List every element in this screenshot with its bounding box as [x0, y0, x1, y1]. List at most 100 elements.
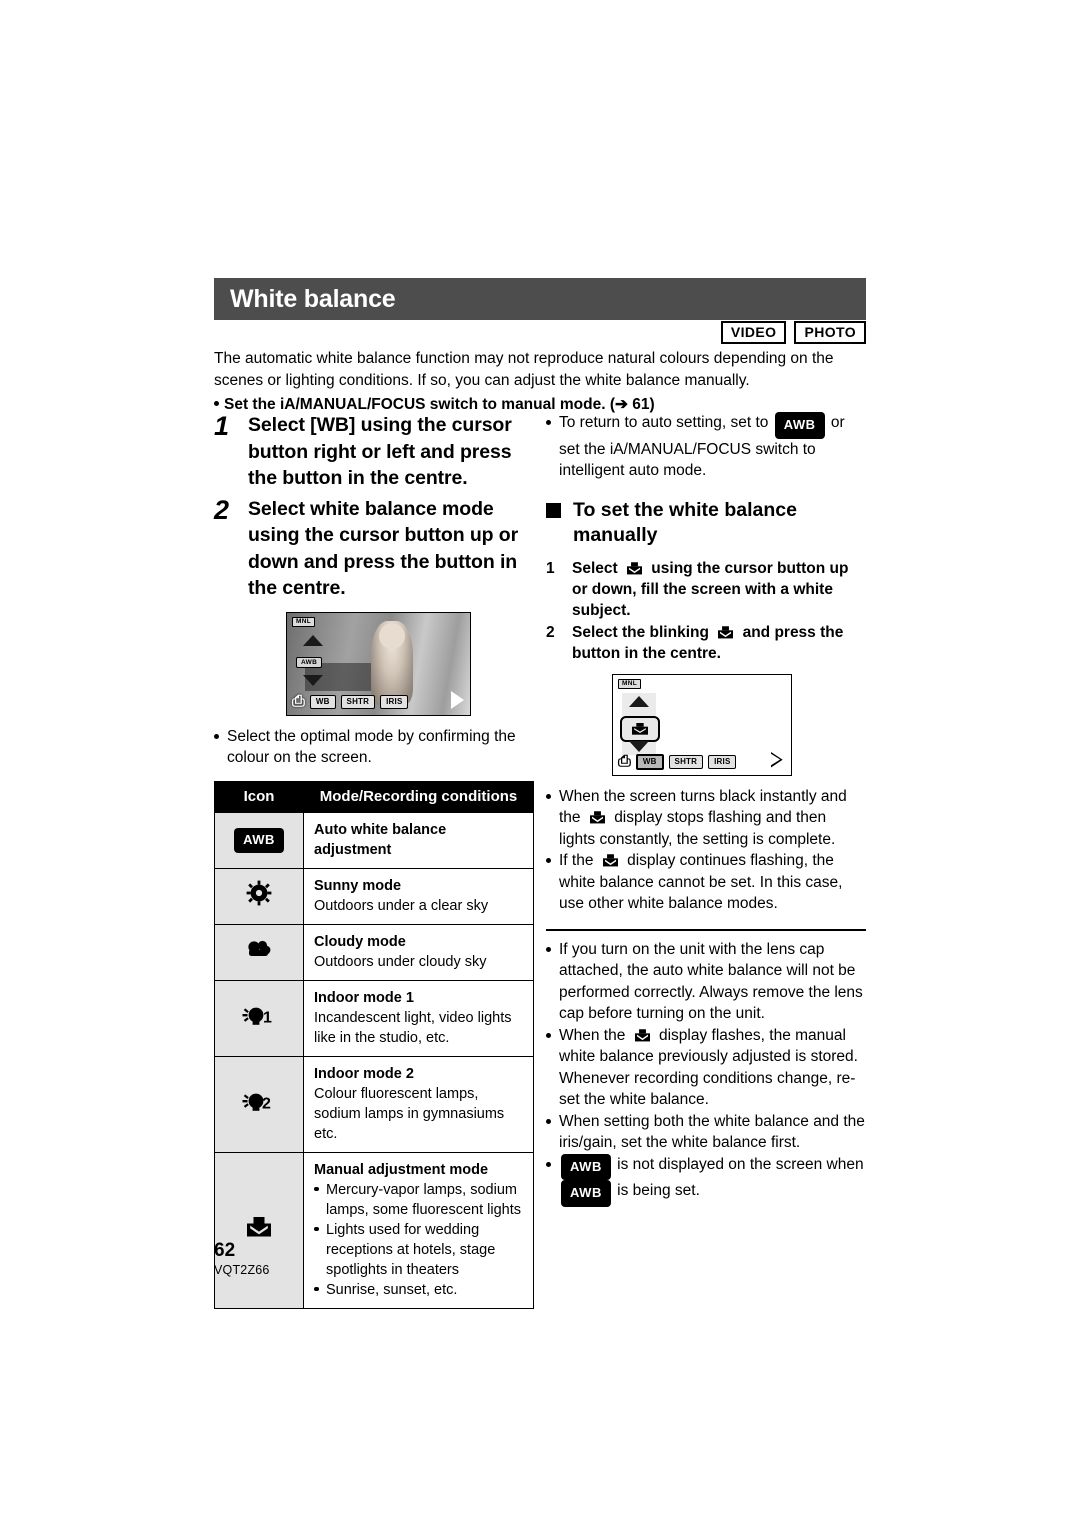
iris-button[interactable]: IRIS — [380, 694, 409, 709]
shtr-button[interactable]: SHTR — [668, 754, 704, 769]
table-header-icon: Icon — [214, 780, 304, 813]
page-title: White balance — [230, 284, 396, 313]
left-column: 1 Select [WB] using the cursor button ri… — [214, 412, 534, 1309]
mode-desc: Outdoors under cloudy sky — [314, 953, 487, 970]
intro-bullet-text: Set the iA/MANUAL/FOCUS switch to manual… — [224, 396, 606, 413]
table-header-row: Icon Mode/Recording conditions — [214, 780, 534, 813]
cursor-up-icon[interactable] — [303, 634, 323, 646]
awb-chip-icon: AWB — [234, 827, 284, 853]
mode-name: Indoor mode 2 — [314, 1065, 414, 1082]
cloudy-desc-cell: Cloudy mode Outdoors under cloudy sky — [303, 923, 534, 981]
manual-bullet: Mercury-vapor lamps, sodium lamps, some … — [314, 1180, 525, 1220]
manual-wb-icon — [626, 561, 642, 574]
mode-desc: Incandescent light, video lights like in… — [314, 1009, 512, 1046]
mode-name: Indoor mode 1 — [314, 989, 414, 1006]
sun-icon — [246, 880, 272, 906]
manual-wb-icon — [589, 811, 605, 824]
bullet-dot-icon — [546, 850, 559, 915]
manual-wb-icon — [632, 722, 648, 735]
page-number: 62 — [214, 1240, 236, 1261]
cursor-down-icon[interactable] — [303, 674, 323, 686]
mnl-indicator: MNL — [618, 678, 641, 689]
manual-step-2: 2 Select the blinking and press the butt… — [546, 622, 866, 664]
manual-step-1-number: 1 — [546, 559, 555, 577]
awb-desc-cell: Auto white balance adjustment — [303, 811, 534, 869]
lower-notes: If you turn on the unit with the lens ca… — [546, 939, 866, 1207]
page-reference: (➔ 61) — [609, 396, 655, 413]
page-footer: 62 VQT2Z66 — [214, 1240, 270, 1278]
table-row: Sunny mode Outdoors under a clear sky — [214, 867, 534, 925]
step-2: 2 Select white balance mode using the cu… — [214, 495, 534, 602]
iris-button[interactable]: IRIS — [708, 754, 737, 769]
svg-text:2: 2 — [262, 1096, 271, 1113]
screen-awb-indicator[interactable]: AWB — [296, 656, 323, 668]
table-row: Cloudy mode Outdoors under cloudy sky — [214, 923, 534, 981]
indoor1-desc-cell: Indoor mode 1 Incandescent light, video … — [303, 979, 534, 1057]
note-text-a: If the — [559, 852, 594, 869]
sunny-desc-cell: Sunny mode Outdoors under a clear sky — [303, 867, 534, 925]
indoor2-desc-cell: Indoor mode 2 Colour fluorescent lamps, … — [303, 1055, 534, 1153]
manual-step-2-number: 2 — [546, 623, 555, 641]
white-balance-modes-table: Icon Mode/Recording conditions AWB Auto … — [214, 780, 534, 1309]
auto-note-part-a: To return to auto setting, set to — [559, 414, 769, 431]
manual-mode-icon[interactable]: ⎙ — [618, 753, 631, 771]
upper-notes: When the screen turns black instantly an… — [546, 786, 866, 915]
note-display-flashing: If the display continues flashing, the w… — [546, 850, 866, 915]
indoor-1-icon: 1 — [242, 1007, 272, 1027]
section-divider — [546, 928, 866, 931]
manual-icon-cell — [214, 1151, 304, 1309]
bullet-dot-icon — [546, 939, 559, 1025]
bullet-dot-icon — [546, 1154, 559, 1207]
mode-name: Auto white balance adjustment — [314, 821, 447, 858]
left-note-bullet: Select the optimal mode by confirming th… — [214, 726, 534, 769]
bullet-dot-icon — [314, 1280, 326, 1300]
note-lens-cap: If you turn on the unit with the lens ca… — [546, 939, 866, 1025]
note-display-flashes: When the display flashes, the manual whi… — [546, 1025, 866, 1111]
blinking-wb-selection[interactable] — [620, 715, 660, 742]
table-header-conditions: Mode/Recording conditions — [303, 780, 534, 813]
step-1-text: Select [WB] using the cursor button righ… — [248, 414, 512, 489]
manual-bullet-text: Sunrise, sunset, etc. — [326, 1281, 458, 1298]
right-column: To return to auto setting, set to AWB or… — [546, 412, 866, 1207]
cursor-down-icon[interactable] — [629, 740, 649, 752]
manual-wb-icon — [602, 854, 618, 867]
mnl-indicator: MNL — [292, 616, 315, 627]
document-code: VQT2Z66 — [214, 1263, 270, 1277]
subsection-heading: To set the white balance manually — [546, 498, 866, 548]
manual-wb-icon — [718, 625, 734, 638]
awb-icon-cell: AWB — [214, 811, 304, 869]
shtr-button[interactable]: SHTR — [340, 694, 376, 709]
note-iris-gain-text: When setting both the white balance and … — [559, 1112, 865, 1152]
table-row: 2 Indoor mode 2 Colour fluorescent lamps… — [214, 1055, 534, 1153]
next-arrow-icon[interactable] — [451, 690, 464, 709]
note-awb-text-b: is being set. — [617, 1182, 700, 1199]
indoor2-icon-cell: 2 — [214, 1055, 304, 1153]
photo-badge: PHOTO — [794, 321, 866, 344]
mode-desc: Colour fluorescent lamps, sodium lamps i… — [314, 1085, 505, 1142]
bullet-dot-icon — [314, 1220, 326, 1280]
bullet-dot-icon — [546, 412, 559, 482]
manual-step-1: 1 Select using the cursor button up or d… — [546, 558, 866, 621]
video-badge: VIDEO — [720, 321, 787, 344]
svg-text:1: 1 — [263, 1010, 272, 1027]
table-row: AWB Auto white balance adjustment — [214, 811, 534, 869]
awb-chip-icon: AWB — [561, 1153, 611, 1180]
wb-button[interactable]: WB — [309, 694, 336, 709]
manual-bullet: Lights used for wedding receptions at ho… — [314, 1220, 525, 1280]
table-row: 1 Indoor mode 1 Incandescent light, vide… — [214, 979, 534, 1057]
bullet-dot-icon — [546, 786, 559, 851]
manual-bullet: Sunrise, sunset, etc. — [314, 1280, 525, 1300]
intro-paragraph: The automatic white balance function may… — [214, 350, 834, 389]
sunny-icon-cell — [214, 867, 304, 925]
manual-wb-icon — [247, 1217, 271, 1237]
manual-bullet-text: Mercury-vapor lamps, sodium lamps, some … — [326, 1181, 522, 1218]
screen-button-bar-2: ⎙ WB SHTR IRIS — [613, 753, 791, 771]
manual-desc-cell: Manual adjustment mode Mercury-vapor lam… — [303, 1151, 534, 1309]
mode-name: Manual adjustment mode — [314, 1161, 489, 1178]
screen-button-bar-1: ⎙ WB SHTR IRIS — [287, 693, 470, 711]
cursor-up-icon[interactable] — [629, 695, 649, 707]
screen-subject-head — [379, 622, 405, 649]
wb-button[interactable]: WB — [635, 753, 664, 770]
cloudy-icon-cell — [214, 923, 304, 981]
manual-mode-icon[interactable]: ⎙ — [292, 693, 305, 711]
